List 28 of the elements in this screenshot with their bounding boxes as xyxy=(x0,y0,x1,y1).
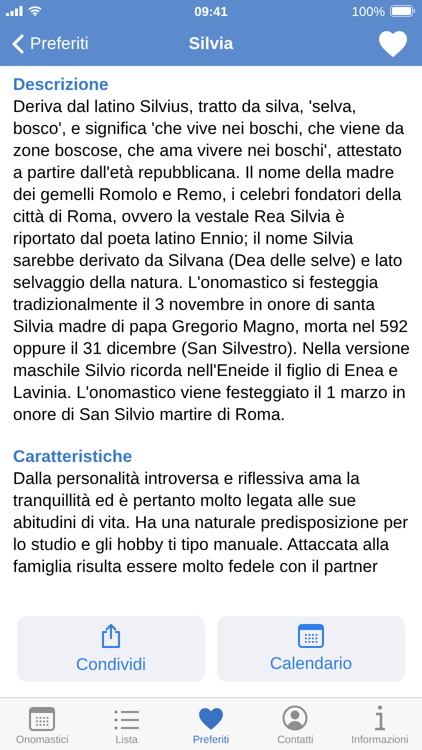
battery-percent: 100% xyxy=(352,4,385,18)
battery-icon xyxy=(390,5,416,17)
section-heading: Caratteristiche xyxy=(13,446,134,468)
tab-item[interactable]: Preferiti xyxy=(168,698,254,750)
section-text: Deriva dal latino Silvius, tratto da silva, 'selva, bosco', e significa 'che vive nei boschi, che viene da zone boscose, che ama vivere nei boschi', attestato a partire dall'età repubblicana. Il nome della madre dei gemelli Romolo e Remo, i celebri fondatori della città di Roma, ovvero la vestale Rea Silvia è riportato dal poeta latino Ennio; il nome Silvia sarebbe derivato da Silvana (Dea delle selve) e lato selvaggio della natura. L'onomastico si festeggia tradizionalmente il 3 novembre in onore di santa Silvia madre di papa Gregorio Magno, morta nel 592 oppure il 31 dicembre (San Silvestro). Nella versione maschile Silvio ricorda nell'Eneide il figlio di Enea e Lavinia. L'onomastico viene festeggiato il 1 marzo in onore di San Silvio martire di Roma. xyxy=(13,96,410,426)
calendar-icon xyxy=(29,707,56,731)
tab-item[interactable]: Onomastici xyxy=(0,698,84,750)
heart-icon xyxy=(198,707,224,731)
signal-icon xyxy=(6,6,23,16)
status-time: 09:41 xyxy=(194,4,228,18)
tab-item[interactable]: Informazioni xyxy=(338,698,422,750)
share-button[interactable]: Condividi xyxy=(17,616,205,682)
favorite-button[interactable] xyxy=(379,31,407,57)
share-icon xyxy=(100,623,122,649)
person-icon xyxy=(282,705,308,731)
tab-item[interactable]: Contatti xyxy=(253,698,338,750)
list-icon xyxy=(114,709,140,731)
tab-item[interactable]: Lista xyxy=(84,698,169,750)
calendar-icon xyxy=(298,624,324,648)
back-button[interactable]: Preferiti xyxy=(12,34,89,54)
section-text: Dalla personalità introversa e riflessiva ama la tranquillità ed è pertanto molto legata alle sue abitudini di vita. Ha una naturale predisposizione per lo studio e gli hobby ti tipo manuale. Attaccata alla famiglia risulta essere molto fedele con il partner xyxy=(13,468,410,578)
section-heading: Descrizione xyxy=(13,74,110,96)
info-icon xyxy=(372,705,387,731)
wifi-icon xyxy=(28,6,42,16)
screen-title: Silvia xyxy=(188,34,234,54)
chevron-left-icon xyxy=(12,34,24,54)
heart-icon xyxy=(379,31,407,57)
calendar-button[interactable]: Calendario xyxy=(217,616,405,682)
